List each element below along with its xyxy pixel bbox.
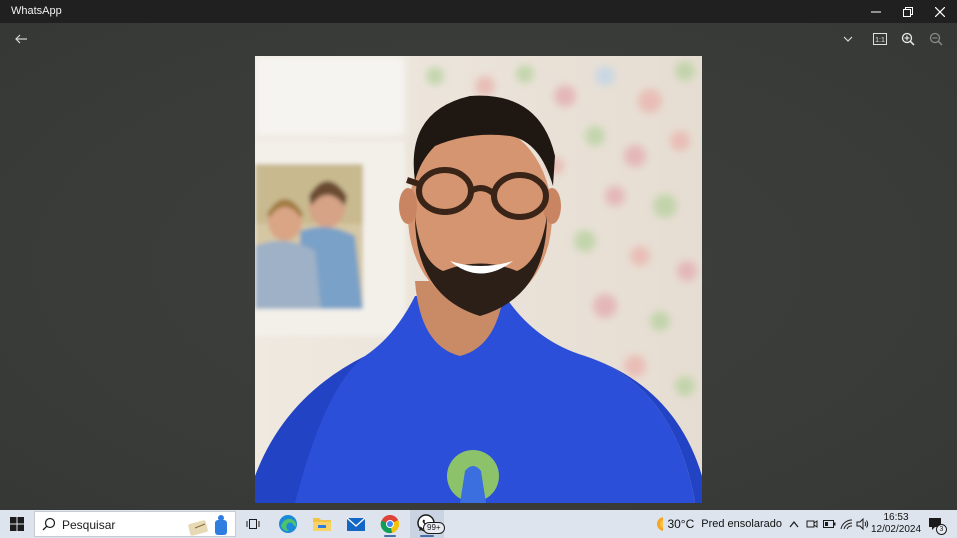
weather-widget[interactable]: 30°C Pred ensolarado (652, 510, 782, 538)
search-box[interactable]: Pesquisar (34, 511, 236, 537)
minimize-icon (871, 11, 881, 12)
whatsapp-button[interactable]: 99+ (410, 510, 445, 538)
close-icon (935, 6, 945, 17)
network-button[interactable] (838, 510, 854, 538)
mail-icon (346, 517, 366, 531)
back-button[interactable] (9, 27, 33, 51)
close-button[interactable] (924, 0, 956, 23)
battery-icon (822, 520, 835, 528)
minimize-button[interactable] (860, 0, 892, 23)
chrome-active-indicator (384, 535, 396, 537)
chevron-down-icon (843, 36, 853, 42)
actual-size-icon: 1:1 (873, 33, 887, 45)
zoom-in-button[interactable] (896, 27, 920, 51)
sun-icon (657, 517, 664, 531)
window-title: WhatsApp (11, 5, 62, 17)
zoom-in-icon (901, 32, 915, 46)
start-button[interactable] (0, 510, 34, 538)
notification-center-button[interactable]: 3 (924, 510, 948, 538)
notification-count-badge: 3 (936, 524, 947, 535)
weather-temperature: 30°C (667, 517, 695, 531)
file-explorer-button[interactable] (308, 510, 336, 538)
actual-size-button[interactable]: 1:1 (868, 27, 892, 51)
actual-size-label: 1:1 (875, 37, 885, 44)
chrome-icon (380, 515, 400, 534)
back-arrow-icon (15, 34, 27, 44)
mail-button[interactable] (342, 510, 370, 538)
title-bar: WhatsApp (0, 0, 957, 23)
file-explorer-icon (313, 518, 331, 531)
zoom-out-button[interactable] (924, 27, 948, 51)
search-placeholder: Pesquisar (62, 518, 116, 532)
search-highlight-icon (188, 515, 227, 536)
task-view-icon (246, 519, 260, 529)
whatsapp-unread-badge: 99+ (423, 522, 445, 534)
clock-time: 16:53 (883, 512, 909, 523)
windows-logo-icon (10, 517, 24, 531)
clock-date: 12/02/2024 (870, 524, 922, 535)
chevron-up-icon (789, 520, 799, 527)
more-options-dropdown[interactable] (836, 27, 860, 51)
speaker-icon (856, 518, 869, 530)
whatsapp-active-indicator (420, 535, 434, 537)
restore-button[interactable] (892, 0, 924, 23)
meet-now-button[interactable] (804, 510, 820, 538)
task-view-button[interactable] (240, 510, 266, 538)
weather-description: Pred ensolarado (701, 518, 782, 530)
edge-button[interactable] (274, 510, 302, 538)
search-icon (42, 517, 56, 531)
wifi-icon (840, 518, 852, 529)
clock[interactable]: 16:53 12/02/2024 (870, 510, 922, 538)
chrome-button[interactable] (376, 510, 404, 538)
zoom-out-icon (929, 32, 943, 46)
edge-icon (279, 515, 297, 533)
taskbar: Pesquisar 99+ 30°C Pred ensolarado 16:53… (0, 510, 957, 538)
restore-icon (903, 6, 913, 17)
camera-icon (806, 520, 818, 528)
profile-photo (255, 56, 702, 503)
volume-button[interactable] (855, 510, 871, 538)
show-hidden-icons-button[interactable] (786, 510, 802, 538)
battery-button[interactable] (821, 510, 837, 538)
